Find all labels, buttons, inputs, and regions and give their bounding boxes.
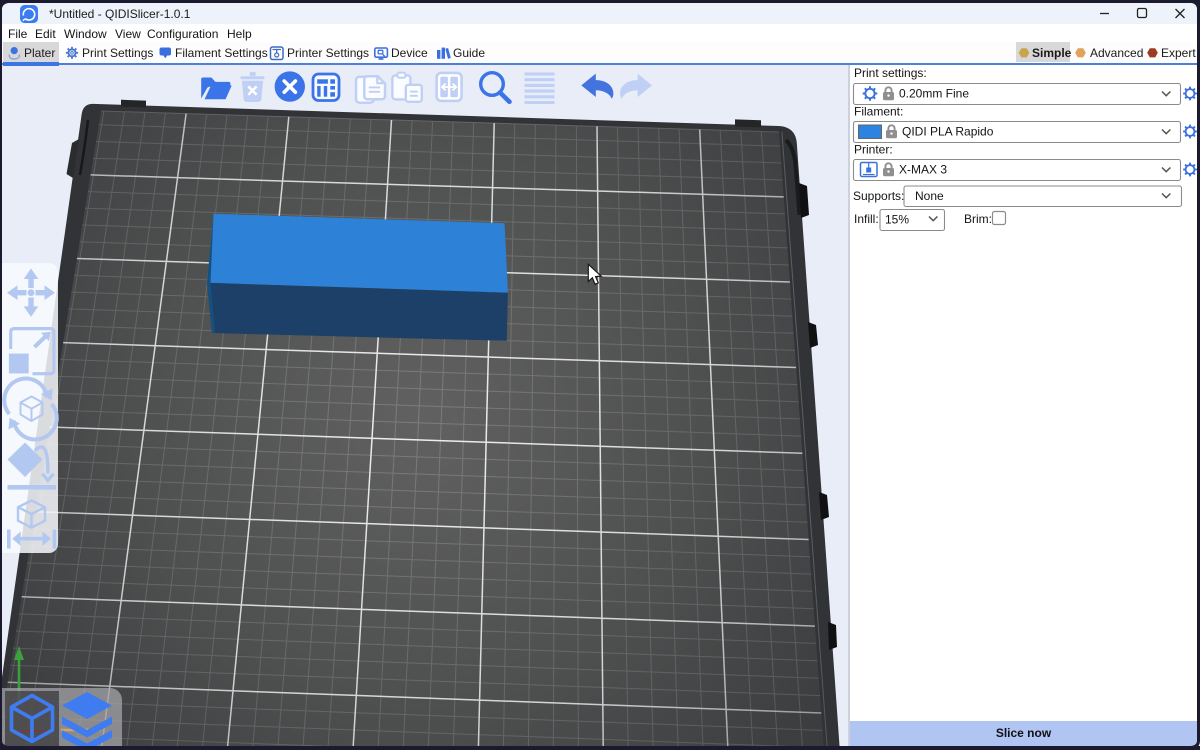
svg-text:None: None xyxy=(915,189,944,203)
svg-text:Printer:: Printer: xyxy=(854,143,893,157)
svg-text:Print settings:: Print settings: xyxy=(854,66,927,80)
svg-text:15%: 15% xyxy=(885,213,909,227)
svg-text:Supports:: Supports: xyxy=(853,189,904,203)
svg-text:Infill:: Infill: xyxy=(854,212,879,226)
svg-text:X-MAX 3: X-MAX 3 xyxy=(899,163,947,177)
svg-text:QIDI PLA Rapido: QIDI PLA Rapido xyxy=(902,125,994,139)
svg-text:Brim:: Brim: xyxy=(964,212,992,226)
svg-text:Filament:: Filament: xyxy=(854,105,903,119)
svg-text:0.20mm Fine: 0.20mm Fine xyxy=(899,87,969,101)
